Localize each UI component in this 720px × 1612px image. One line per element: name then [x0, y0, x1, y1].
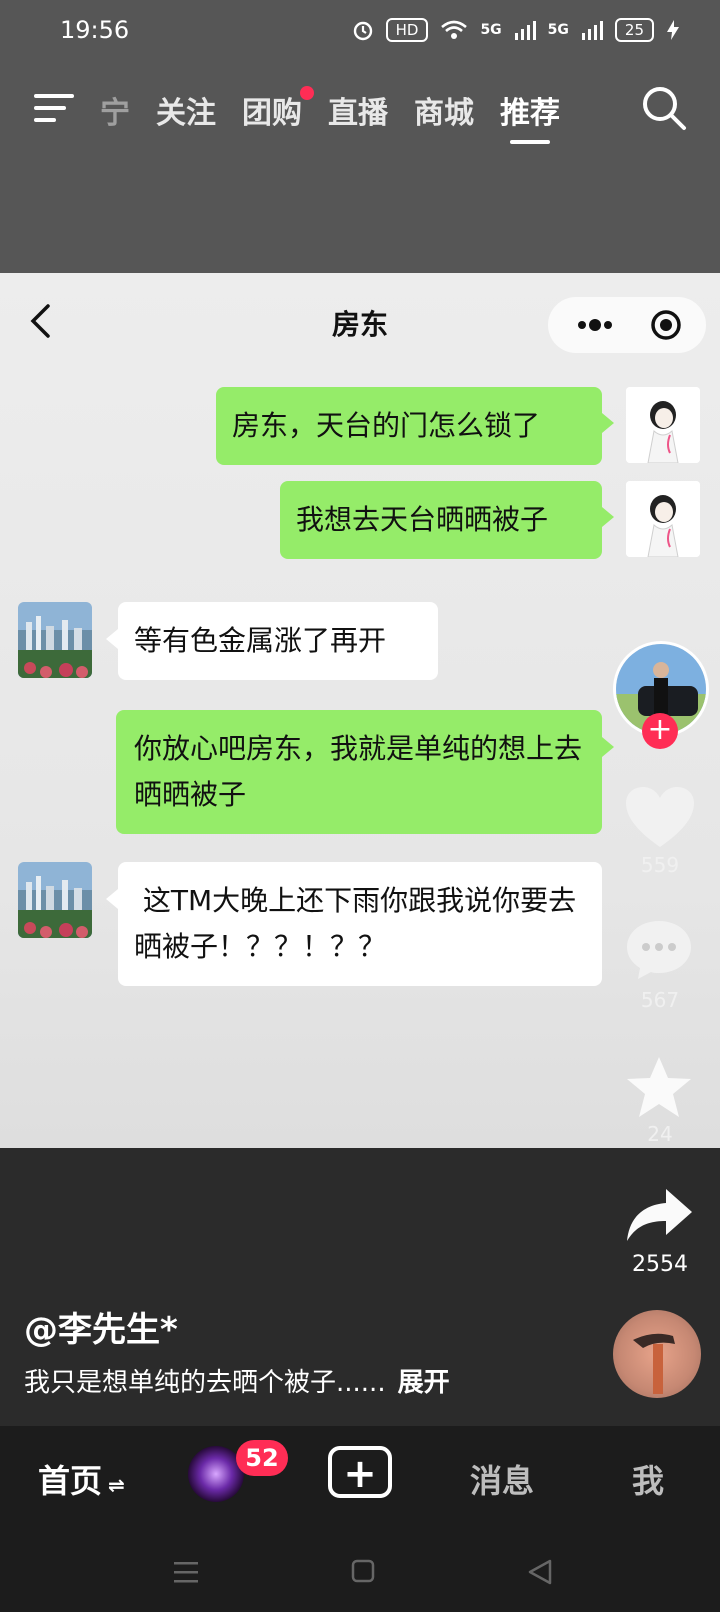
tab-local[interactable]: 宁: [100, 88, 130, 132]
close-target-icon[interactable]: [650, 309, 682, 341]
like-heart-icon[interactable]: [624, 785, 696, 851]
tab-group-buy-label: 团购: [242, 96, 302, 131]
like-count: 559: [640, 853, 680, 877]
wifi-icon: [441, 20, 468, 39]
comment-count: 567: [640, 988, 680, 1012]
video-content[interactable]: 房东 房东，天台的门怎么锁了 我想去天台晒晒被子 等有色金属涨了再开 你放心吧房…: [0, 273, 720, 1148]
status-bar: 19:56 HD 5G 5G 25: [0, 0, 720, 64]
battery-indicator: 25: [614, 18, 654, 42]
message-text: 房东，天台的门怎么锁了: [232, 409, 541, 442]
menu-icon[interactable]: [34, 90, 76, 126]
alarm-icon: [353, 21, 372, 41]
bubble-tail: [602, 507, 614, 527]
girl-sketch-icon: [626, 481, 700, 557]
tab-recommend-label: 推荐: [500, 96, 560, 131]
music-cover-icon: [633, 1333, 675, 1394]
chat-header: 房东: [0, 273, 720, 363]
back-triangle-icon[interactable]: [526, 1558, 554, 1586]
caption-text: 我只是想单纯的去晒个被子......: [24, 1368, 386, 1398]
city-skyline-icon: [18, 862, 92, 938]
charging-icon: [667, 20, 679, 40]
video-caption: 我只是想单纯的去晒个被子...... 展开: [24, 1362, 450, 1399]
message-text: 你放心吧房东，我就是单纯的想上去晒晒被子: [134, 732, 583, 811]
music-disc[interactable]: [613, 1310, 701, 1398]
bubble-tail: [106, 889, 118, 909]
expand-button[interactable]: 展开: [398, 1368, 450, 1398]
message-text: 我想去天台晒晒被子: [296, 503, 549, 536]
bubble-tail: [602, 413, 614, 433]
favorite-star-icon[interactable]: [624, 1054, 694, 1120]
tab-group-buy[interactable]: 团购: [242, 86, 314, 132]
message-bubble-me: 房东，天台的门怎么锁了: [216, 387, 602, 465]
network-5g-1: 5G: [480, 22, 502, 38]
follow-button[interactable]: +: [642, 713, 678, 749]
signal-icon: [514, 21, 536, 40]
more-icon[interactable]: [570, 309, 620, 341]
bubble-tail: [602, 737, 614, 757]
share-count: 2554: [632, 1252, 688, 1277]
message-text: 这TM大晚上还下雨你跟我说你要去晒被子！？？！？？: [134, 884, 577, 963]
miniprogram-capsule: [548, 297, 706, 353]
message-bubble-other: 这TM大晚上还下雨你跟我说你要去晒被子！？？！？？: [118, 862, 602, 986]
comment-bubble-icon[interactable]: [624, 918, 694, 982]
notification-badge: 52: [236, 1440, 288, 1476]
nav-me[interactable]: 我: [632, 1456, 664, 1502]
message-bubble-me: 你放心吧房东，我就是单纯的想上去晒晒被子: [116, 710, 602, 834]
message-bubble-me: 我想去天台晒晒被子: [280, 481, 602, 559]
add-video-button[interactable]: +: [328, 1446, 392, 1498]
network-5g-2: 5G: [547, 22, 569, 38]
bubble-tail: [106, 629, 118, 649]
swap-icon: ⇌: [108, 1473, 125, 1497]
favorite-count: 24: [647, 1122, 673, 1146]
nav-home-label: 首页: [38, 1462, 103, 1500]
message-bubble-other: 等有色金属涨了再开: [118, 602, 438, 680]
tab-following[interactable]: 关注: [156, 88, 216, 132]
share-arrow-icon[interactable]: [624, 1186, 694, 1244]
system-nav-bar: [0, 1536, 720, 1612]
home-square-icon[interactable]: [350, 1558, 376, 1584]
tab-mall[interactable]: 商城: [414, 88, 474, 132]
recent-apps-icon[interactable]: [172, 1558, 200, 1586]
nav-messages[interactable]: 消息: [470, 1456, 534, 1502]
notification-dot: [300, 86, 314, 100]
message-text: 等有色金属涨了再开: [134, 624, 387, 657]
landlord-avatar: [18, 862, 92, 938]
tab-live[interactable]: 直播: [328, 88, 388, 132]
status-icons: HD 5G 5G 25: [352, 18, 680, 42]
girl-sketch-icon: [626, 387, 700, 463]
landlord-avatar: [18, 602, 92, 678]
hd-indicator: HD: [385, 18, 429, 42]
nav-home[interactable]: 首页 ⇌: [38, 1456, 125, 1502]
search-icon[interactable]: [640, 84, 688, 132]
my-avatar: [626, 481, 700, 557]
active-tab-underline: [510, 140, 550, 144]
author-handle[interactable]: @李先生*: [24, 1302, 178, 1351]
top-nav: 宁 关注 团购 直播 商城 推荐: [0, 80, 720, 144]
tab-recommend[interactable]: 推荐: [500, 88, 560, 144]
nav-tabs: 宁 关注 团购 直播 商城 推荐: [100, 86, 560, 144]
my-avatar: [626, 387, 700, 463]
signal-icon-2: [581, 21, 603, 40]
bottom-nav: 首页 ⇌ 52 + 消息 我: [0, 1426, 720, 1536]
status-time: 19:56: [60, 16, 130, 44]
city-skyline-icon: [18, 602, 92, 678]
